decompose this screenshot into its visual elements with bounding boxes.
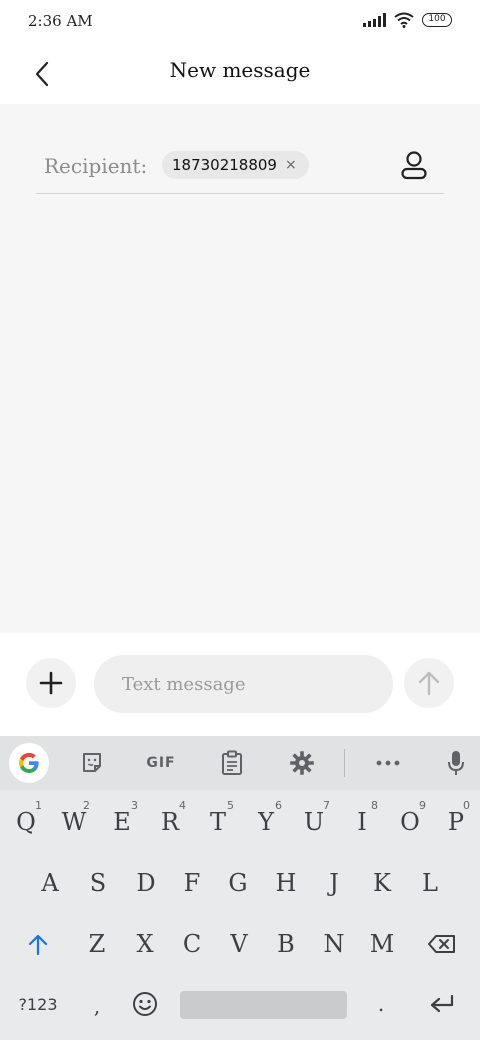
emoji-key[interactable] bbox=[122, 979, 168, 1029]
key-g[interactable]: G bbox=[214, 858, 262, 908]
key-i[interactable]: 8I bbox=[338, 797, 386, 847]
backspace-key[interactable] bbox=[414, 919, 470, 969]
key-a[interactable]: A bbox=[26, 858, 74, 908]
key-k[interactable]: K bbox=[358, 858, 406, 908]
key-t[interactable]: 5T bbox=[194, 797, 242, 847]
status-bar: 2:36 AM 100 bbox=[0, 0, 480, 44]
battery-indicator: 100 bbox=[422, 13, 452, 27]
shift-key[interactable] bbox=[12, 919, 64, 969]
key-p[interactable]: 0P bbox=[434, 797, 478, 847]
back-button[interactable] bbox=[24, 54, 60, 94]
toolbar-divider bbox=[344, 749, 345, 777]
clipboard-icon bbox=[222, 750, 242, 775]
key-o[interactable]: 9O bbox=[386, 797, 434, 847]
sticker-icon bbox=[83, 753, 101, 772]
more-options-button[interactable] bbox=[368, 743, 408, 783]
key-q[interactable]: 1Q bbox=[2, 797, 50, 847]
gear-icon bbox=[290, 751, 314, 775]
gif-button[interactable]: GIF bbox=[141, 743, 181, 783]
key-r[interactable]: 4R bbox=[146, 797, 194, 847]
signal-icon bbox=[363, 13, 386, 27]
key-h[interactable]: H bbox=[262, 858, 310, 908]
contact-picker-button[interactable] bbox=[398, 148, 430, 182]
key-y[interactable]: 6Y bbox=[242, 797, 290, 847]
comma-key[interactable]: , bbox=[74, 981, 120, 1031]
key-x[interactable]: X bbox=[121, 919, 169, 969]
settings-button[interactable] bbox=[282, 743, 322, 783]
app-header: New message bbox=[0, 44, 480, 104]
person-icon bbox=[401, 151, 427, 180]
key-l[interactable]: L bbox=[406, 858, 454, 908]
message-content-area: Recipient: 18730218809 × bbox=[0, 104, 480, 633]
more-horizontal-icon bbox=[376, 760, 400, 766]
keyboard-toolbar: GIF bbox=[0, 736, 480, 790]
key-c[interactable]: C bbox=[168, 919, 216, 969]
chevron-left-icon bbox=[35, 61, 49, 87]
key-e[interactable]: 3E bbox=[98, 797, 146, 847]
key-w[interactable]: 2W bbox=[50, 797, 98, 847]
key-n[interactable]: N bbox=[310, 919, 358, 969]
google-button[interactable] bbox=[9, 743, 49, 783]
page-title: New message bbox=[169, 58, 311, 82]
key-m[interactable]: M bbox=[358, 919, 406, 969]
shift-arrow-icon bbox=[28, 934, 48, 955]
plus-icon bbox=[39, 671, 63, 695]
arrow-up-icon bbox=[418, 671, 440, 696]
symbols-key[interactable]: ?123 bbox=[8, 979, 68, 1029]
voice-input-button[interactable] bbox=[436, 743, 476, 783]
recipient-chip[interactable]: 18730218809 × bbox=[162, 151, 309, 179]
key-j[interactable]: J bbox=[310, 858, 358, 908]
key-s[interactable]: S bbox=[74, 858, 122, 908]
key-z[interactable]: Z bbox=[73, 919, 121, 969]
wifi-icon bbox=[394, 12, 414, 28]
compose-bar bbox=[0, 633, 480, 736]
microphone-icon bbox=[448, 751, 464, 775]
recipient-label: Recipient: bbox=[44, 154, 148, 178]
add-attachment-button[interactable] bbox=[26, 658, 76, 708]
recipient-row: Recipient: 18730218809 × bbox=[36, 146, 444, 194]
sticker-button[interactable] bbox=[72, 743, 112, 783]
status-time: 2:36 AM bbox=[28, 12, 93, 30]
space-key[interactable] bbox=[180, 991, 347, 1019]
key-v[interactable]: V bbox=[215, 919, 263, 969]
google-g-icon bbox=[18, 752, 39, 773]
key-f[interactable]: F bbox=[168, 858, 216, 908]
chip-remove-icon[interactable]: × bbox=[285, 157, 297, 173]
key-d[interactable]: D bbox=[122, 858, 170, 908]
backspace-icon bbox=[428, 935, 455, 953]
key-b[interactable]: B bbox=[262, 919, 310, 969]
key-u[interactable]: 7U bbox=[290, 797, 338, 847]
emoji-icon bbox=[133, 992, 157, 1016]
enter-key[interactable] bbox=[416, 979, 468, 1029]
status-icons: 100 bbox=[363, 12, 452, 28]
text-message-input[interactable] bbox=[94, 655, 393, 713]
enter-icon bbox=[430, 994, 454, 1013]
clipboard-button[interactable] bbox=[212, 743, 252, 783]
send-button[interactable] bbox=[404, 658, 454, 708]
recipient-chip-number: 18730218809 bbox=[172, 156, 277, 174]
period-key[interactable]: . bbox=[358, 979, 404, 1029]
soft-keyboard: GIF 1 Q 2 W 3 E 4 R 5 T 6 Y 7 U 8 I 9 O … bbox=[0, 736, 480, 1040]
